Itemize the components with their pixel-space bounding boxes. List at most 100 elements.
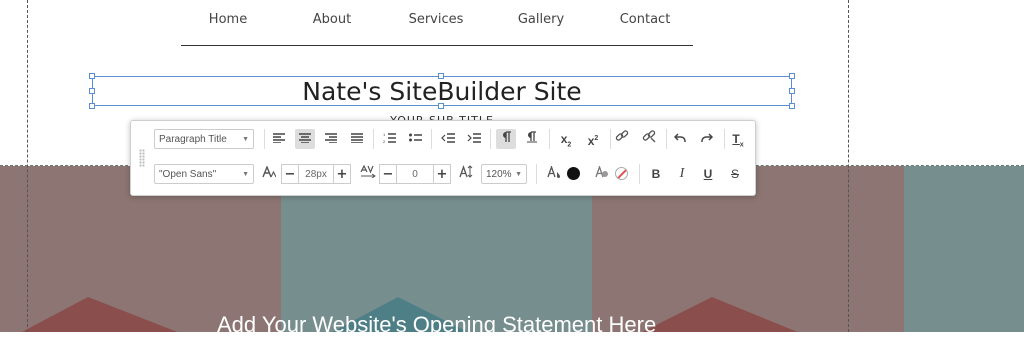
toolbar-separator bbox=[549, 129, 550, 149]
unordered-list-icon bbox=[408, 133, 422, 142]
chevron-down-icon: ▼ bbox=[242, 136, 249, 143]
svg-text:2: 2 bbox=[383, 139, 386, 143]
align-left-button[interactable] bbox=[269, 129, 289, 149]
paragraph-direction-button[interactable] bbox=[496, 129, 516, 149]
subscript-button[interactable]: x2 bbox=[556, 129, 576, 149]
nav-item-gallery[interactable]: Gallery bbox=[518, 12, 564, 27]
font-family-select[interactable]: "Open Sans" ▼ bbox=[154, 164, 254, 184]
align-justify-button[interactable] bbox=[347, 129, 367, 149]
underline-button[interactable]: U bbox=[698, 164, 718, 184]
font-size-icon-button bbox=[259, 164, 279, 184]
layout-guide-right bbox=[848, 0, 849, 332]
letter-spacing-icon bbox=[360, 164, 376, 179]
site-title[interactable]: Nate's SiteBuilder Site bbox=[92, 76, 792, 106]
plus-icon: + bbox=[336, 167, 348, 182]
toolbar-separator bbox=[666, 129, 667, 149]
font-size-input[interactable]: 28px bbox=[299, 164, 333, 184]
letter-spacing-increase-button[interactable]: + bbox=[433, 164, 451, 184]
bold-button[interactable]: B bbox=[646, 164, 666, 184]
minus-icon: − bbox=[284, 167, 296, 182]
strikethrough-icon: S bbox=[730, 167, 739, 181]
italic-button[interactable]: I bbox=[672, 164, 692, 184]
highlight-color-icon bbox=[595, 165, 608, 178]
resize-handle-top-left[interactable] bbox=[89, 73, 95, 79]
chevron-down-icon: ▼ bbox=[515, 171, 522, 178]
ordered-list-icon: 12 bbox=[383, 132, 396, 144]
clear-format-button[interactable]: Tx bbox=[728, 129, 748, 149]
resize-handle-top-center[interactable] bbox=[438, 73, 444, 79]
italic-icon: I bbox=[679, 166, 685, 181]
clear-format-icon: Tx bbox=[732, 132, 744, 149]
font-size-decrease-button[interactable]: − bbox=[281, 164, 299, 184]
align-center-icon bbox=[299, 133, 311, 144]
nav-item-about[interactable]: About bbox=[313, 12, 351, 27]
superscript-icon: x2 bbox=[587, 134, 599, 148]
unlink-icon bbox=[642, 130, 656, 143]
ordered-list-button[interactable]: 12 bbox=[379, 129, 399, 149]
undo-icon bbox=[673, 133, 686, 142]
font-size-increase-button[interactable]: + bbox=[333, 164, 351, 184]
bold-icon: B bbox=[651, 167, 661, 181]
redo-icon bbox=[701, 133, 714, 142]
align-left-icon bbox=[273, 133, 285, 144]
letter-spacing-input[interactable]: 0 bbox=[397, 164, 433, 184]
toolbar-separator bbox=[373, 129, 374, 149]
subscript-icon: x2 bbox=[560, 132, 572, 149]
font-size-icon bbox=[262, 165, 277, 178]
chevron-down-icon: ▼ bbox=[242, 171, 249, 178]
outdent-icon bbox=[441, 133, 455, 143]
indent-button[interactable] bbox=[464, 129, 484, 149]
minus-icon: − bbox=[382, 167, 394, 182]
paragraph-button[interactable] bbox=[522, 129, 542, 149]
toolbar-separator bbox=[431, 129, 432, 149]
plus-icon: + bbox=[436, 167, 448, 182]
strikethrough-button[interactable]: S bbox=[725, 164, 745, 184]
nav-item-services[interactable]: Services bbox=[409, 12, 464, 27]
resize-handle-bottom-center[interactable] bbox=[438, 103, 444, 109]
unordered-list-button[interactable] bbox=[405, 129, 425, 149]
redo-button[interactable] bbox=[697, 129, 717, 149]
highlight-color-swatch[interactable] bbox=[615, 167, 628, 180]
text-color-icon-button bbox=[544, 164, 564, 184]
toolbar-separator bbox=[639, 164, 640, 184]
outdent-button[interactable] bbox=[438, 129, 458, 149]
line-height-icon-button bbox=[456, 164, 476, 184]
line-height-icon bbox=[459, 165, 473, 178]
line-height-select[interactable]: 120% ▼ bbox=[481, 164, 527, 184]
toolbar-separator bbox=[610, 129, 611, 149]
align-right-icon bbox=[325, 133, 337, 144]
opening-statement[interactable]: Add Your Website's Opening Statement Her… bbox=[217, 312, 656, 338]
align-justify-icon bbox=[351, 133, 363, 144]
layout-guide-left bbox=[27, 0, 28, 332]
toolbar-separator bbox=[264, 129, 265, 149]
nav-item-home[interactable]: Home bbox=[209, 12, 247, 27]
svg-text:1: 1 bbox=[383, 132, 386, 137]
resize-handle-bottom-left[interactable] bbox=[89, 103, 95, 109]
main-nav: Home About Services Gallery Contact bbox=[0, 12, 1024, 32]
text-color-icon bbox=[547, 165, 560, 178]
nav-item-contact[interactable]: Contact bbox=[620, 12, 671, 27]
paragraph-style-select[interactable]: Paragraph Title ▼ bbox=[154, 129, 254, 149]
align-center-button[interactable] bbox=[295, 129, 315, 149]
line-height-value: 120% bbox=[486, 169, 512, 180]
toolbar-drag-handle[interactable] bbox=[139, 149, 145, 167]
paragraph-icon bbox=[503, 131, 511, 142]
resize-handle-top-right[interactable] bbox=[789, 73, 795, 79]
link-icon bbox=[615, 130, 629, 141]
resize-handle-middle-right[interactable] bbox=[789, 88, 795, 94]
letter-spacing-decrease-button[interactable]: − bbox=[379, 164, 397, 184]
letter-spacing-icon-button bbox=[358, 164, 378, 184]
resize-handle-middle-left[interactable] bbox=[89, 88, 95, 94]
align-right-button[interactable] bbox=[321, 129, 341, 149]
underline-icon: U bbox=[703, 167, 713, 181]
link-button[interactable] bbox=[612, 129, 632, 149]
indent-icon bbox=[467, 133, 481, 143]
toolbar-separator bbox=[536, 164, 537, 184]
superscript-button[interactable]: x2 bbox=[583, 129, 603, 149]
text-color-swatch[interactable] bbox=[567, 167, 580, 180]
highlight-color-icon-button bbox=[592, 164, 612, 184]
undo-button[interactable] bbox=[670, 129, 690, 149]
toolbar-separator bbox=[490, 129, 491, 149]
resize-handle-bottom-right[interactable] bbox=[789, 103, 795, 109]
unlink-button[interactable] bbox=[639, 129, 659, 149]
